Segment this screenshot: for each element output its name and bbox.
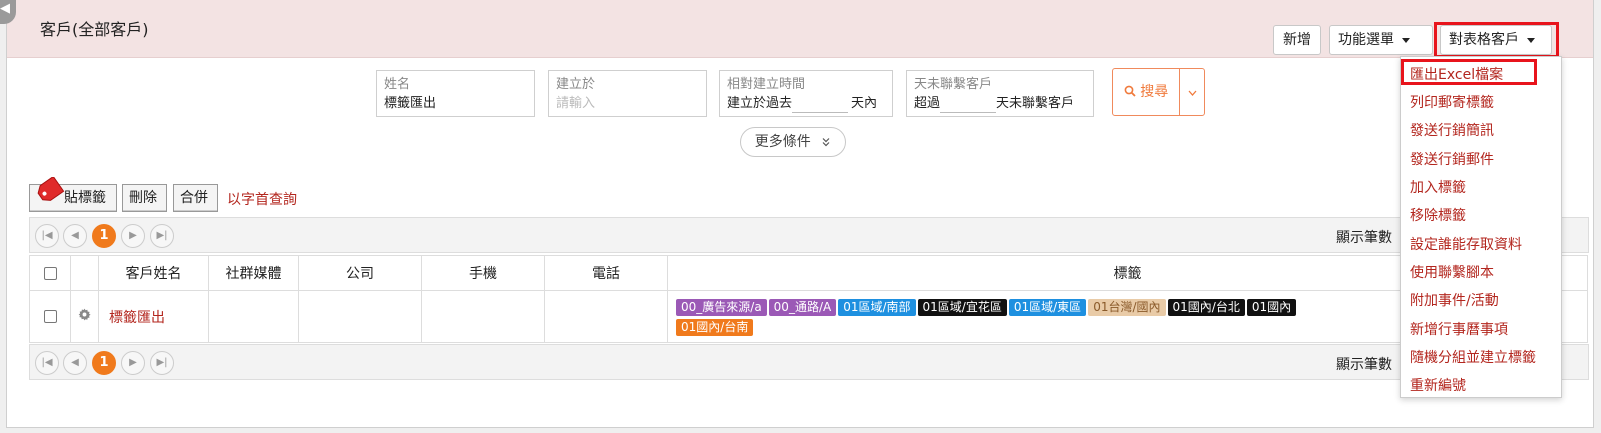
customer-table: 客戶姓名 社群媒體 公司 手機 電話 標籤 標籤匯出 00_廣告來源/a 00_… (29, 255, 1588, 343)
created-filter[interactable]: 建立於 請輸入 (548, 70, 707, 117)
menu-item-renumber[interactable]: 重新編號 (1410, 375, 1466, 395)
menu-item-calendar-event[interactable]: 新增行事曆事項 (1410, 319, 1508, 339)
page-size-label: 顯示筆數 (1336, 357, 1392, 373)
relative-days-input[interactable] (792, 99, 849, 113)
row-select-cell (29, 290, 71, 343)
gear-icon[interactable] (78, 308, 91, 321)
merge-button[interactable]: 合併 (173, 184, 218, 212)
tag-badge: 01區域/南部 (838, 298, 916, 316)
table-customer-dropdown: 匯出Excel檔案 列印郵寄標籤 發送行銷簡訊 發送行銷郵件 加入標籤 移除標籤… (1400, 56, 1562, 398)
bottom-pager: |◀ ◀ 1 ▶ ▶| 顯示筆數 (29, 344, 1589, 380)
main-panel: 客戶(全部客戶) 新增 功能選單 對表格客戶 姓名 標籤匯出 建立於 請輸入 相… (6, 0, 1594, 428)
page-size-label: 顯示筆數 (1336, 230, 1392, 246)
column-header[interactable]: 手機 (421, 255, 545, 291)
tag-badge: 00_通路/A (768, 298, 837, 316)
name-filter-input[interactable]: 標籤匯出 (384, 94, 527, 113)
function-menu-button[interactable]: 功能選單 (1329, 25, 1433, 55)
highlight-box (1434, 22, 1559, 58)
menu-item-contact-script[interactable]: 使用聯繫腳本 (1410, 262, 1494, 282)
search-label: 搜尋 (1140, 84, 1169, 100)
function-menu-label: 功能選單 (1338, 32, 1394, 48)
first-page-icon[interactable]: |◀ (35, 224, 59, 248)
last-page-icon[interactable]: ▶| (150, 224, 174, 248)
menu-item-attach-event[interactable]: 附加事件/活動 (1410, 290, 1499, 310)
row-action-cell (70, 290, 99, 343)
menu-item-access-settings[interactable]: 設定誰能存取資料 (1410, 234, 1522, 254)
add-button[interactable]: 新增 (1273, 25, 1321, 55)
company-cell (298, 290, 422, 343)
menu-item-send-sms[interactable]: 發送行銷簡訊 (1410, 120, 1494, 140)
search-button[interactable]: 搜尋 (1112, 68, 1180, 116)
no-contact-days-input[interactable] (940, 99, 997, 113)
first-page-icon[interactable]: |◀ (35, 351, 59, 375)
caret-down-icon (1402, 37, 1410, 43)
menu-item-print-labels[interactable]: 列印郵寄標籤 (1410, 92, 1494, 112)
last-page-icon[interactable]: ▶| (150, 351, 174, 375)
column-header[interactable]: 客戶姓名 (98, 255, 209, 291)
tag-badge: 01區域/東區 (1008, 298, 1087, 316)
tag-badge: 01區域/宜花區 (917, 298, 1007, 316)
column-header[interactable]: 電話 (544, 255, 668, 291)
menu-item-random-group[interactable]: 隨機分組並建立標籤 (1410, 347, 1536, 367)
chevron-down-icon (1188, 90, 1196, 96)
menu-item-send-email[interactable]: 發送行銷郵件 (1410, 149, 1494, 169)
no-contact-label: 天未聯繫客戶 (914, 77, 993, 92)
next-page-icon[interactable]: ▶ (121, 351, 145, 375)
phone-cell (544, 290, 668, 343)
name-filter[interactable]: 姓名 標籤匯出 (376, 70, 535, 117)
tag-button-label: 貼標籤 (64, 190, 106, 206)
current-page[interactable]: 1 (92, 224, 116, 248)
table-row[interactable]: 標籤匯出 00_廣告來源/a 00_通路/A 01區域/南部 01區域/宜花區 01區域… (29, 290, 1588, 343)
action-header (70, 255, 99, 291)
tag-badge: 01國內/台南 (676, 318, 754, 336)
relative-time-label: 相對建立時間 (727, 77, 806, 92)
double-chevron-down-icon (822, 138, 830, 147)
select-all-cell (29, 255, 71, 291)
tag-badge: 01國內/台北 (1167, 298, 1245, 316)
next-page-icon[interactable]: ▶ (121, 224, 145, 248)
menu-item-remove-tag[interactable]: 移除標籤 (1410, 205, 1466, 225)
column-header[interactable]: 公司 (298, 255, 422, 291)
search-icon (1124, 85, 1136, 97)
tag-badge: 00_廣告來源/a (676, 298, 767, 316)
export-highlight-box (1401, 59, 1537, 85)
created-filter-input[interactable]: 請輸入 (556, 94, 699, 113)
alpha-query-link[interactable]: 以字首查詢 (227, 189, 297, 209)
customer-name-cell: 標籤匯出 (98, 290, 209, 343)
tag-icon (37, 177, 65, 201)
mobile-cell (421, 290, 545, 343)
more-conditions-button[interactable]: 更多條件 (740, 127, 846, 157)
prev-page-icon[interactable]: ◀ (63, 224, 87, 248)
more-conditions-label: 更多條件 (754, 134, 811, 150)
column-header[interactable]: 社群媒體 (208, 255, 299, 291)
prev-page-icon[interactable]: ◀ (63, 351, 87, 375)
no-contact-suffix: 天未聯繫客戶 (996, 96, 1075, 111)
menu-item-add-tag[interactable]: 加入標籤 (1410, 177, 1466, 197)
tag-badge: 01國內 (1246, 298, 1297, 316)
no-contact-filter[interactable]: 天未聯繫客戶 超過 天未聯繫客戶 (906, 70, 1094, 117)
top-pager: |◀ ◀ 1 ▶ ▶| 顯示筆數 (29, 217, 1589, 253)
table-header-row: 客戶姓名 社群媒體 公司 手機 電話 標籤 (29, 255, 1588, 291)
social-cell (208, 290, 299, 343)
delete-button[interactable]: 刪除 (122, 184, 167, 212)
relative-suffix: 天內 (851, 96, 878, 111)
no-contact-prefix: 超過 (914, 96, 941, 111)
page-title: 客戶(全部客戶) (40, 20, 149, 39)
created-filter-label: 建立於 (556, 77, 596, 92)
name-filter-label: 姓名 (384, 77, 411, 92)
search-options-button[interactable] (1179, 68, 1205, 116)
row-checkbox[interactable] (43, 310, 57, 323)
current-page[interactable]: 1 (92, 351, 116, 375)
select-all-checkbox[interactable] (43, 266, 57, 280)
relative-prefix: 建立於過去 (727, 96, 793, 111)
customer-name-link[interactable]: 標籤匯出 (99, 310, 165, 326)
relative-time-filter[interactable]: 相對建立時間 建立於過去 天內 (719, 70, 893, 117)
tag-badge: 01台灣/國內 (1088, 298, 1166, 316)
